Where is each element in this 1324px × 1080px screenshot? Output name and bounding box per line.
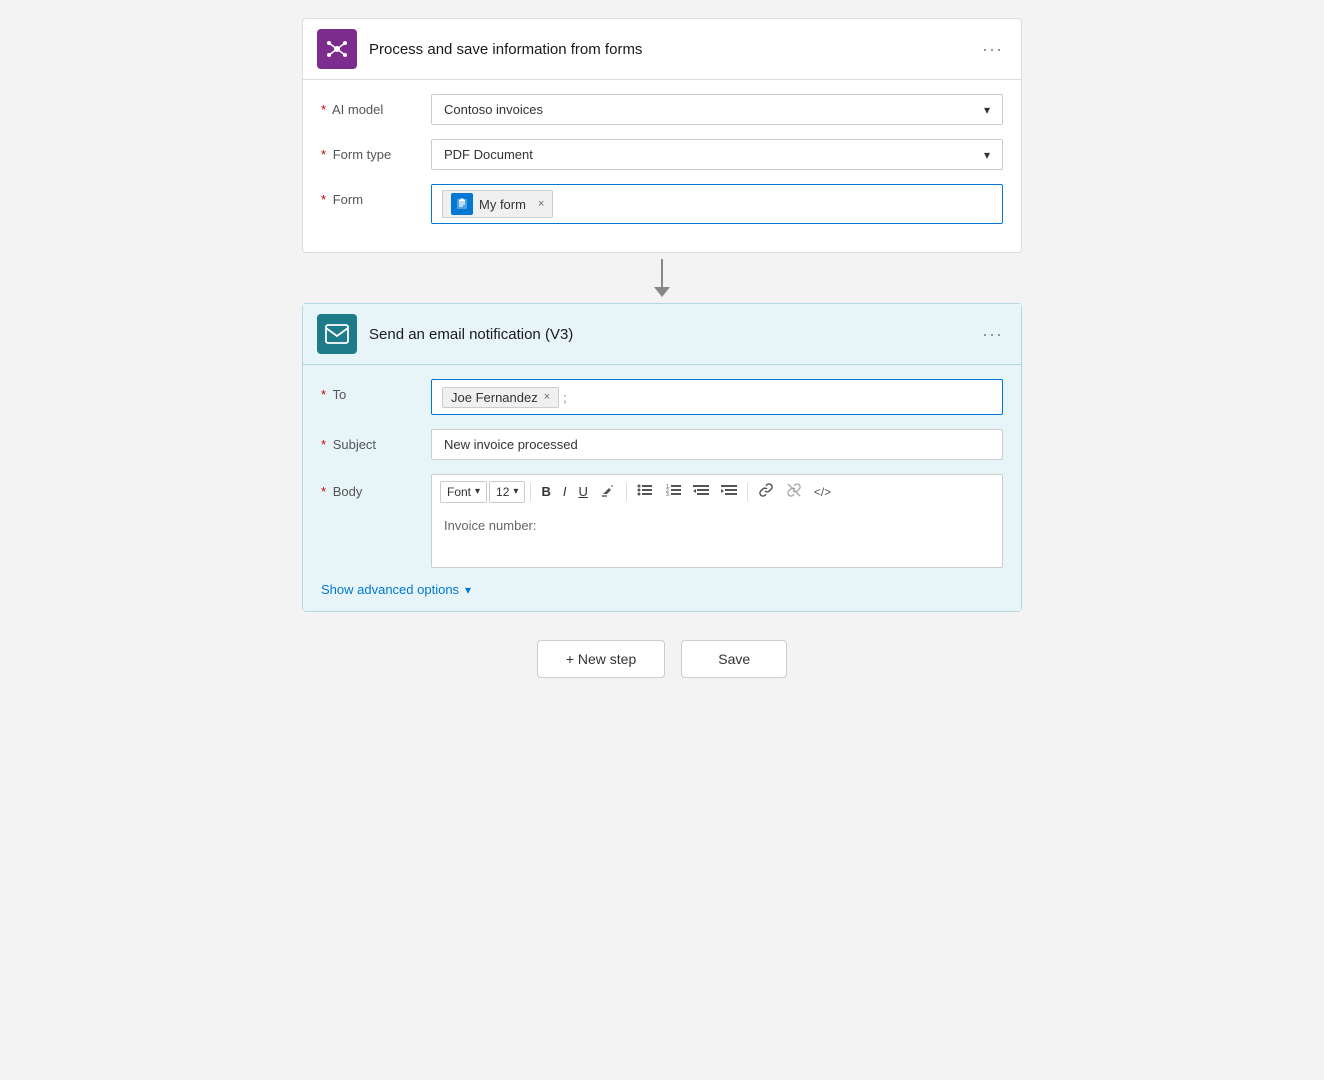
subject-label: * Subject [321,429,431,452]
card2-header: Send an email notification (V3) ··· [303,304,1021,365]
body-content: Invoice number: [444,518,537,533]
font-size-select[interactable]: 12 ▾ [489,481,525,503]
code-button[interactable]: </> [809,482,836,502]
indent-increase-icon [721,483,737,497]
toolbar-divider-3 [747,483,748,501]
indent-increase-button[interactable] [716,480,742,503]
form-tag: My form × [442,190,553,218]
subject-value: New invoice processed [444,437,578,452]
aibuilder-icon [325,37,349,61]
body-control: Font ▾ 12 ▾ B I U [431,474,1003,568]
show-advanced-chevron-icon: ▾ [465,583,471,597]
card-send-email: Send an email notification (V3) ··· * To… [302,303,1022,612]
to-tag-text: Joe Fernandez [451,390,538,405]
unlink-icon [786,482,802,498]
unlink-button[interactable] [781,479,807,504]
subject-required-star: * [321,437,326,452]
connector-arrowhead [654,287,670,297]
font-chevron-icon: ▾ [475,486,480,497]
card2-menu-button[interactable]: ··· [978,320,1007,349]
highlight-button[interactable] [595,479,621,504]
save-button[interactable]: Save [681,640,787,678]
font-size-chevron-icon: ▾ [513,486,518,497]
form-tag-close-button[interactable]: × [538,198,544,210]
card1-title: Process and save information from forms [369,41,978,58]
ai-model-select[interactable]: Contoso invoices [431,94,1003,125]
underline-button[interactable]: U [573,481,592,502]
unordered-list-icon [637,483,653,497]
form-row: * Form My for [321,184,1003,224]
form-type-row: * Form type PDF Document [321,139,1003,170]
card1-icon [317,29,357,69]
card2-title: Send an email notification (V3) [369,326,978,343]
ai-model-label: * AI model [321,94,431,117]
to-tag-control[interactable]: Joe Fernandez × ; [431,379,1003,415]
body-toolbar: Font ▾ 12 ▾ B I U [431,474,1003,508]
link-button[interactable] [753,479,779,504]
subject-input[interactable]: New invoice processed [431,429,1003,460]
to-label: * To [321,379,431,402]
svg-text:3.: 3. [666,492,670,497]
to-tag-close-button[interactable]: × [544,391,550,403]
connector-arrow [654,253,670,303]
form-tag-icon [451,193,473,215]
form-tag-text: My form [479,197,526,212]
unordered-list-button[interactable] [632,480,658,503]
to-separator: ; [563,390,567,405]
body-label: * Body [321,474,431,499]
ordered-list-icon: 1. 2. 3. [665,483,681,497]
card1-menu-button[interactable]: ··· [978,35,1007,64]
font-select[interactable]: Font ▾ [440,481,487,503]
form-type-label: * Form type [321,139,431,162]
body-textarea[interactable]: Invoice number: [431,508,1003,568]
to-required-star: * [321,387,326,402]
card-process-forms: Process and save information from forms … [302,18,1022,253]
body-row: * Body Font ▾ 12 ▾ [321,474,1003,568]
toolbar-divider-2 [626,483,627,501]
to-row: * To Joe Fernandez × ; [321,379,1003,415]
ai-model-row: * AI model Contoso invoices [321,94,1003,125]
bottom-buttons: + New step Save [537,640,787,678]
to-tag: Joe Fernandez × [442,387,559,408]
show-advanced-options[interactable]: Show advanced options ▾ [321,582,1003,597]
indent-decrease-button[interactable] [688,480,714,503]
form-control[interactable]: My form × [431,184,1003,224]
new-step-button[interactable]: + New step [537,640,665,678]
form-required-star: * [321,192,326,207]
font-label: Font [447,485,471,499]
subject-control[interactable]: New invoice processed [431,429,1003,460]
show-advanced-label: Show advanced options [321,582,459,597]
email-icon [325,324,349,344]
card1-body: * AI model Contoso invoices * Form type [303,80,1021,252]
form-type-control[interactable]: PDF Document [431,139,1003,170]
ordered-list-button[interactable]: 1. 2. 3. [660,480,686,503]
ai-model-value: Contoso invoices [444,102,543,117]
form-type-select[interactable]: PDF Document [431,139,1003,170]
subject-row: * Subject New invoice processed [321,429,1003,460]
card2-body: * To Joe Fernandez × ; * [303,365,1021,611]
form-label: * Form [321,184,431,207]
italic-button[interactable]: I [558,481,572,502]
workflow-container: Process and save information from forms … [302,10,1022,718]
font-size-value: 12 [496,485,509,499]
card1-header: Process and save information from forms … [303,19,1021,80]
form-type-value: PDF Document [444,147,533,162]
ai-model-chevron-icon [984,102,990,117]
to-control[interactable]: Joe Fernandez × ; [431,379,1003,415]
card2-icon [317,314,357,354]
form-tag-control[interactable]: My form × [431,184,1003,224]
body-required-star: * [321,484,326,499]
link-icon [758,482,774,498]
toolbar-divider-1 [530,483,531,501]
indent-decrease-icon [693,483,709,497]
connector-line [661,259,663,287]
bold-button[interactable]: B [536,481,555,502]
ai-model-control[interactable]: Contoso invoices [431,94,1003,125]
ai-model-required-star: * [321,102,326,117]
form-icon [455,197,469,211]
highlight-icon [600,482,616,498]
form-type-chevron-icon [984,147,990,162]
form-type-required-star: * [321,147,326,162]
